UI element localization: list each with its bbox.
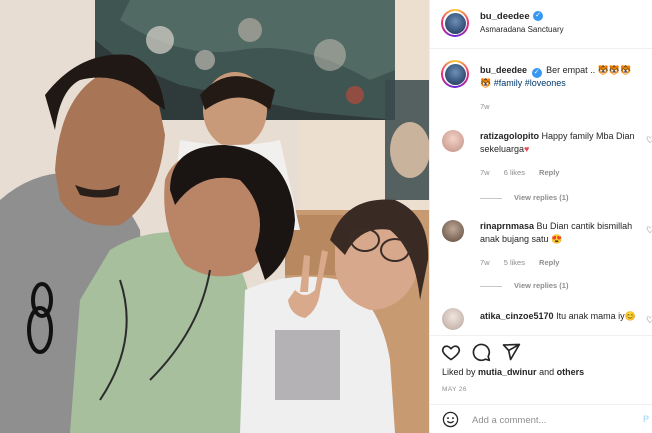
view-replies-button[interactable]: View replies (1) [480, 281, 568, 290]
comment-text: atika_cinzoe5170 Itu anak mama iy😊 [480, 310, 645, 323]
comment-text: rinaprnmasa Bu Dian cantik bismillah ana… [480, 220, 645, 245]
comment-age[interactable]: 7w [480, 258, 490, 267]
comments-list[interactable]: bu_deedee ✓ Ber empat .. 🐯🐯🐯 🐯 #family #… [430, 50, 652, 335]
likes-suffix: and [539, 367, 555, 377]
caption-emoji: 🐯 [480, 78, 492, 88]
author-username[interactable]: bu_deedee [480, 11, 530, 22]
verified-badge-icon: ✓ [533, 11, 543, 21]
caption-age[interactable]: 7w [480, 102, 490, 111]
likes-others[interactable]: others [557, 367, 585, 377]
author-avatar[interactable] [441, 9, 469, 37]
caption-hashtags[interactable]: #family #loveones [494, 78, 566, 88]
comment-age[interactable]: 7w [480, 168, 490, 177]
comment-likes[interactable]: 6 likes [504, 168, 525, 177]
caption-verified-icon: ✓ [531, 68, 542, 78]
post-location[interactable]: Asmaradana Sanctuary [480, 25, 564, 34]
speech-bubble-icon[interactable] [471, 342, 491, 362]
view-replies-button[interactable]: View replies (1) [480, 193, 568, 202]
comment-username[interactable]: atika_cinzoe5170 [480, 311, 554, 321]
post-caption: bu_deedee ✓ Ber empat .. 🐯🐯🐯 🐯 #family #… [480, 64, 652, 90]
comment-avatar[interactable] [442, 308, 464, 330]
comment-likes[interactable]: 5 likes [504, 258, 525, 267]
comment-avatar[interactable] [442, 220, 464, 242]
post-header: bu_deedee ✓ Asmaradana Sanctuary [430, 0, 652, 49]
post-side-panel: bu_deedee ✓ Asmaradana Sanctuary bu_deed… [429, 0, 652, 433]
comment-meta: 7w 6 likes Reply [480, 168, 571, 177]
post-date[interactable]: MAY 26 [442, 386, 467, 393]
like-comment-icon[interactable]: ♡ [646, 225, 652, 236]
likes-summary[interactable]: Liked by mutia_dwinur and others [442, 367, 584, 377]
smiley-icon[interactable] [442, 411, 459, 428]
like-comment-icon[interactable]: ♡ [646, 135, 652, 146]
reply-button[interactable]: Reply [539, 258, 559, 267]
comment-body: Itu anak mama iy😊 [556, 311, 636, 321]
likes-prefix: Liked by [442, 367, 476, 377]
comment-avatar[interactable] [442, 130, 464, 152]
heart-outline-icon[interactable] [441, 342, 461, 362]
family-selfie-image [0, 0, 429, 433]
comment-meta: 7w 5 likes Reply [480, 258, 571, 267]
caption-username[interactable]: bu_deedee [480, 65, 527, 75]
comment-input[interactable] [472, 412, 632, 428]
comment-username[interactable]: rinaprnmasa [480, 221, 534, 231]
likes-user[interactable]: mutia_dwinur [478, 367, 537, 377]
comment-username[interactable]: ratizagolopito [480, 131, 539, 141]
like-comment-icon[interactable]: ♡ [646, 315, 652, 326]
caption-text: Ber empat .. 🐯🐯🐯 [546, 65, 632, 75]
heart-emoji-icon: ♥ [524, 143, 530, 154]
paper-plane-icon[interactable] [501, 342, 521, 362]
comment-composer: P [430, 404, 652, 433]
caption-author-avatar[interactable] [441, 60, 469, 88]
reply-button[interactable]: Reply [539, 168, 559, 177]
post-actions: Liked by mutia_dwinur and others MAY 26 [430, 335, 652, 401]
post-photo[interactable] [0, 0, 429, 433]
comment-text: ratizagolopito Happy family Mba Dian sek… [480, 130, 645, 155]
post-comment-button[interactable]: P [643, 414, 649, 424]
